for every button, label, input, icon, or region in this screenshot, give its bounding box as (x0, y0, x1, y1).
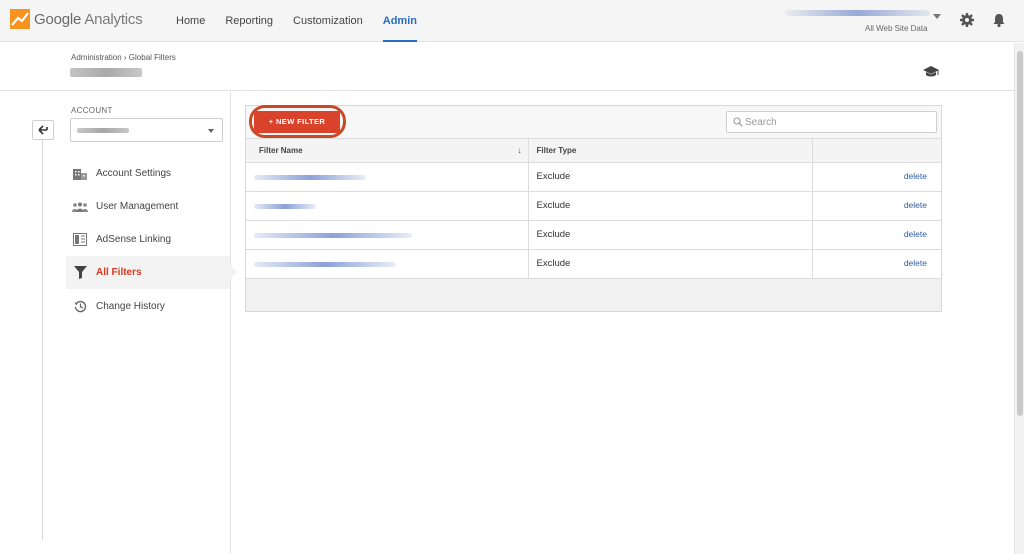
new-filter-button[interactable]: + NEW FILTER (254, 111, 340, 133)
delete-link[interactable]: delete (904, 258, 927, 268)
table-row: Exclude delete (246, 161, 941, 192)
logo-product-text: Analytics (84, 10, 143, 28)
google-analytics-logo[interactable]: Google Analytics (10, 9, 143, 29)
column-header-label: Filter Type (536, 145, 577, 155)
filter-type-cell: Exclude (527, 190, 813, 221)
account-label: ACCOUNT (71, 106, 113, 115)
sort-arrow-icon: ↓ (517, 146, 522, 155)
search-input[interactable] (745, 115, 930, 130)
delete-link[interactable]: delete (904, 171, 927, 181)
table-row: Exclude delete (246, 190, 941, 221)
search-icon (733, 117, 743, 127)
sidebar-item-adsense-linking[interactable]: AdSense Linking (66, 223, 230, 256)
scrollbar-thumb[interactable] (1017, 51, 1023, 416)
top-bar: Google Analytics Home Reporting Customiz… (0, 0, 1024, 42)
chevron-down-icon[interactable] (933, 14, 941, 19)
search-box[interactable] (726, 111, 937, 133)
sidebar-item-label: Change History (96, 301, 165, 312)
sidebar-item-label: AdSense Linking (96, 234, 172, 245)
column-header-filter-type[interactable]: Filter Type (527, 139, 813, 163)
logo-text: Google Analytics (34, 11, 143, 28)
nav-reporting[interactable]: Reporting (215, 0, 283, 42)
chevron-down-icon (208, 129, 214, 133)
gear-icon[interactable] (959, 12, 975, 28)
back-button[interactable] (32, 120, 54, 140)
bell-icon[interactable] (991, 12, 1007, 28)
filter-name-cell[interactable] (246, 161, 529, 192)
delete-link[interactable]: delete (904, 200, 927, 210)
sidebar-item-account-settings[interactable]: Account Settings (66, 157, 230, 190)
filter-name-redacted[interactable] (254, 203, 316, 209)
sidebar-item-label: User Management (96, 201, 179, 212)
top-nav: Home Reporting Customization Admin (166, 0, 427, 42)
page-title-redacted (70, 68, 142, 77)
filters-table: Filter Name ↓ Filter Type Exclude delete… (246, 139, 941, 279)
building-icon (72, 166, 88, 182)
filter-name-redacted[interactable] (254, 232, 412, 238)
hierarchy-line (42, 140, 43, 540)
sidebar-item-label: Account Settings (96, 168, 172, 179)
nav-home[interactable]: Home (166, 0, 215, 42)
account-name-redacted[interactable] (785, 10, 930, 16)
graduation-cap-icon[interactable] (922, 65, 940, 79)
sidebar-divider (230, 92, 231, 554)
filter-name-cell[interactable] (246, 219, 529, 250)
column-header-actions (811, 139, 941, 163)
table-row: Exclude delete (246, 248, 941, 279)
filter-type-cell: Exclude (527, 161, 813, 192)
table-row: Exclude delete (246, 219, 941, 250)
account-view-name: All Web Site Data (865, 24, 928, 33)
actions-cell: delete (811, 190, 941, 221)
history-icon (72, 299, 88, 315)
actions-cell: delete (811, 248, 941, 279)
page-header: Administration › Global Filters (0, 43, 1014, 91)
filter-name-redacted[interactable] (254, 174, 366, 180)
filter-type-cell: Exclude (527, 248, 813, 279)
users-icon (72, 199, 88, 215)
account-select-value-redacted (77, 128, 129, 133)
filters-panel: + NEW FILTER Filter Name ↓ Filter Type (245, 105, 942, 312)
funnel-icon (72, 265, 88, 281)
sidebar-item-all-filters[interactable]: All Filters (66, 256, 237, 289)
sidebar-item-change-history[interactable]: Change History (66, 290, 230, 323)
filters-toolbar: + NEW FILTER (246, 105, 941, 139)
nav-admin[interactable]: Admin (373, 0, 427, 42)
page-scrollbar[interactable] (1014, 43, 1024, 554)
nav-customization[interactable]: Customization (283, 0, 373, 42)
analytics-logo-icon (10, 9, 30, 29)
breadcrumb[interactable]: Administration › Global Filters (71, 53, 176, 62)
actions-cell: delete (811, 219, 941, 250)
filter-type-cell: Exclude (527, 219, 813, 250)
delete-link[interactable]: delete (904, 229, 927, 239)
sidebar-item-label: All Filters (96, 267, 142, 278)
filter-name-cell[interactable] (246, 190, 529, 221)
account-select[interactable] (70, 118, 223, 142)
actions-cell: delete (811, 161, 941, 192)
column-header-filter-name[interactable]: Filter Name ↓ (246, 139, 529, 163)
back-arrow-icon (38, 125, 48, 135)
filter-name-cell[interactable] (246, 248, 529, 279)
filter-name-redacted[interactable] (254, 261, 396, 267)
column-header-label: Filter Name (259, 145, 303, 155)
table-footer (246, 279, 941, 311)
sidebar-item-user-management[interactable]: User Management (66, 190, 230, 223)
adsense-icon (72, 232, 88, 248)
logo-google-text: Google (34, 10, 82, 28)
